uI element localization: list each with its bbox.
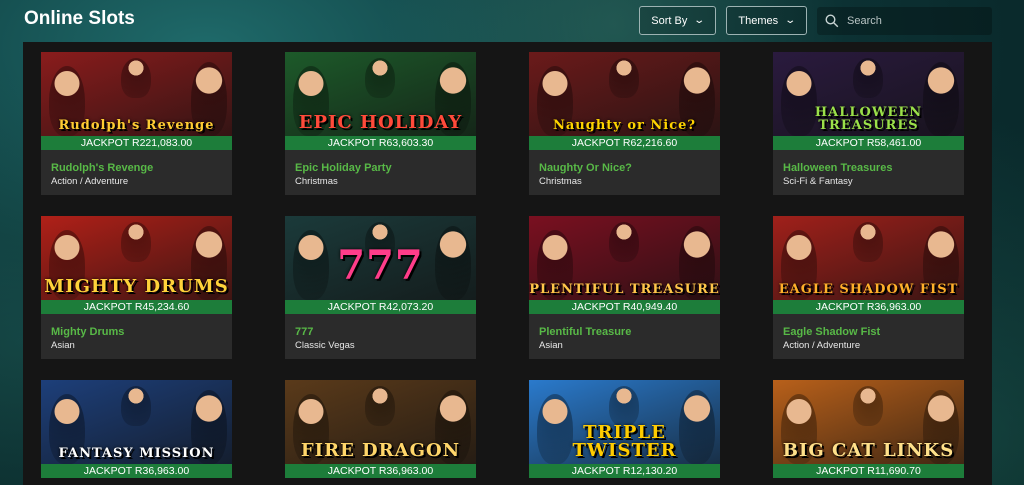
page-title: Online Slots	[24, 8, 135, 29]
game-card[interactable]: Naughty or Nice? JACKPOT R62,216.60 Naught…	[529, 52, 720, 195]
jackpot-amount: JACKPOT R36,963.00	[285, 464, 476, 478]
game-art-title: FIRE DRAGON	[300, 440, 461, 461]
chevron-down-icon: ⌄	[693, 15, 706, 26]
jackpot-amount: JACKPOT R221,083.00	[41, 136, 232, 150]
character-illustration	[609, 58, 639, 98]
game-thumbnail[interactable]: EAGLE SHADOW FIST	[773, 216, 964, 300]
game-art-title: 777	[337, 242, 424, 289]
game-art-title: Rudolph's Revenge	[58, 118, 215, 133]
game-title-link[interactable]: Halloween Treasures	[783, 162, 892, 174]
jackpot-amount: JACKPOT R45,234.60	[41, 300, 232, 314]
character-illustration	[365, 386, 395, 426]
sort-by-label: Sort By	[651, 14, 688, 27]
game-art-title: FANTASY MISSION	[58, 446, 215, 461]
game-card[interactable]: MIGHTY DRUMS JACKPOT R45,234.60 Mighty Dru…	[41, 216, 232, 359]
jackpot-amount: JACKPOT R11,690.70	[773, 464, 964, 478]
game-card[interactable]: BIG CAT LINKS JACKPOT R11,690.70	[773, 380, 964, 478]
game-category: Christmas	[295, 176, 338, 187]
chevron-down-icon: ⌄	[784, 15, 797, 26]
game-thumbnail[interactable]: BIG CAT LINKS	[773, 380, 964, 464]
game-thumbnail[interactable]: TRIPLE TWISTER	[529, 380, 720, 464]
game-card[interactable]: 777 JACKPOT R42,073.20 777 Classic Vegas	[285, 216, 476, 359]
game-category: Christmas	[539, 176, 582, 187]
character-illustration	[853, 386, 883, 426]
game-thumbnail[interactable]: Naughty or Nice?	[529, 52, 720, 136]
character-illustration	[853, 58, 883, 98]
game-category: Action / Adventure	[51, 176, 129, 187]
game-card[interactable]: EPIC HOLIDAY JACKPOT R63,603.30 Epic Holid…	[285, 52, 476, 195]
game-category: Asian	[51, 340, 75, 351]
character-illustration	[365, 58, 395, 98]
jackpot-amount: JACKPOT R63,603.30	[285, 136, 476, 150]
game-title-link[interactable]: Plentiful Treasure	[539, 326, 631, 338]
game-title-link[interactable]: Eagle Shadow Fist	[783, 326, 880, 338]
game-title-link[interactable]: Mighty Drums	[51, 326, 124, 338]
character-illustration	[609, 386, 639, 426]
game-card[interactable]: FIRE DRAGON JACKPOT R36,963.00	[285, 380, 476, 478]
themes-dropdown[interactable]: Themes ⌄	[726, 6, 807, 35]
character-illustration	[609, 222, 639, 262]
jackpot-amount: JACKPOT R40,949.40	[529, 300, 720, 314]
game-title-link[interactable]: Rudolph's Revenge	[51, 162, 153, 174]
search-input[interactable]	[847, 15, 987, 27]
game-art-title: TRIPLE TWISTER	[572, 422, 677, 461]
character-illustration	[121, 386, 151, 426]
header: Online Slots Sort By ⌄ Themes ⌄	[0, 0, 1024, 42]
game-art-title: HALLOWEEN TREASURES	[814, 105, 923, 133]
game-thumbnail[interactable]: HALLOWEEN TREASURES	[773, 52, 964, 136]
game-category: Sci-Fi & Fantasy	[783, 176, 853, 187]
game-thumbnail[interactable]: Rudolph's Revenge	[41, 52, 232, 136]
game-category: Action / Adventure	[783, 340, 861, 351]
game-card[interactable]: EAGLE SHADOW FIST JACKPOT R36,963.00 Eagle…	[773, 216, 964, 359]
game-thumbnail[interactable]: MIGHTY DRUMS	[41, 216, 232, 300]
jackpot-amount: JACKPOT R36,963.00	[41, 464, 232, 478]
search-box[interactable]	[817, 7, 992, 35]
themes-label: Themes	[738, 14, 779, 27]
game-title-link[interactable]: Epic Holiday Party	[295, 162, 392, 174]
game-art-title: Naughty or Nice?	[552, 118, 697, 133]
game-art-title: PLENTIFUL TREASURE	[529, 282, 720, 297]
game-thumbnail[interactable]: FANTASY MISSION	[41, 380, 232, 464]
game-category: Asian	[539, 340, 563, 351]
game-card[interactable]: PLENTIFUL TREASURE JACKPOT R40,949.40 Plen…	[529, 216, 720, 359]
game-title-link[interactable]: Naughty Or Nice?	[539, 162, 632, 174]
jackpot-amount: JACKPOT R62,216.60	[529, 136, 720, 150]
jackpot-amount: JACKPOT R58,461.00	[773, 136, 964, 150]
game-art-title: EAGLE SHADOW FIST	[778, 282, 959, 297]
character-illustration	[121, 58, 151, 98]
game-card[interactable]: HALLOWEEN TREASURES JACKPOT R58,461.00 Hal…	[773, 52, 964, 195]
search-icon	[825, 14, 839, 28]
game-art-title: EPIC HOLIDAY	[298, 112, 463, 133]
jackpot-amount: JACKPOT R36,963.00	[773, 300, 964, 314]
game-thumbnail[interactable]: PLENTIFUL TREASURE	[529, 216, 720, 300]
character-illustration	[853, 222, 883, 262]
game-title-link[interactable]: 777	[295, 326, 313, 338]
game-thumbnail[interactable]: FIRE DRAGON	[285, 380, 476, 464]
sort-by-dropdown[interactable]: Sort By ⌄	[639, 6, 716, 35]
game-thumbnail[interactable]: 777	[285, 216, 476, 300]
jackpot-amount: JACKPOT R42,073.20	[285, 300, 476, 314]
game-card[interactable]: FANTASY MISSION JACKPOT R36,963.00	[41, 380, 232, 478]
character-illustration	[121, 222, 151, 262]
jackpot-amount: JACKPOT R12,130.20	[529, 464, 720, 478]
game-art-title: BIG CAT LINKS	[782, 440, 955, 461]
game-card[interactable]: TRIPLE TWISTER JACKPOT R12,130.20	[529, 380, 720, 478]
game-art-title: MIGHTY DRUMS	[44, 276, 229, 297]
game-thumbnail[interactable]: EPIC HOLIDAY	[285, 52, 476, 136]
games-grid: Rudolph's Revenge JACKPOT R221,083.00 Rudo…	[23, 42, 992, 485]
game-card[interactable]: Rudolph's Revenge JACKPOT R221,083.00 Rudo…	[41, 52, 232, 195]
game-category: Classic Vegas	[295, 340, 355, 351]
